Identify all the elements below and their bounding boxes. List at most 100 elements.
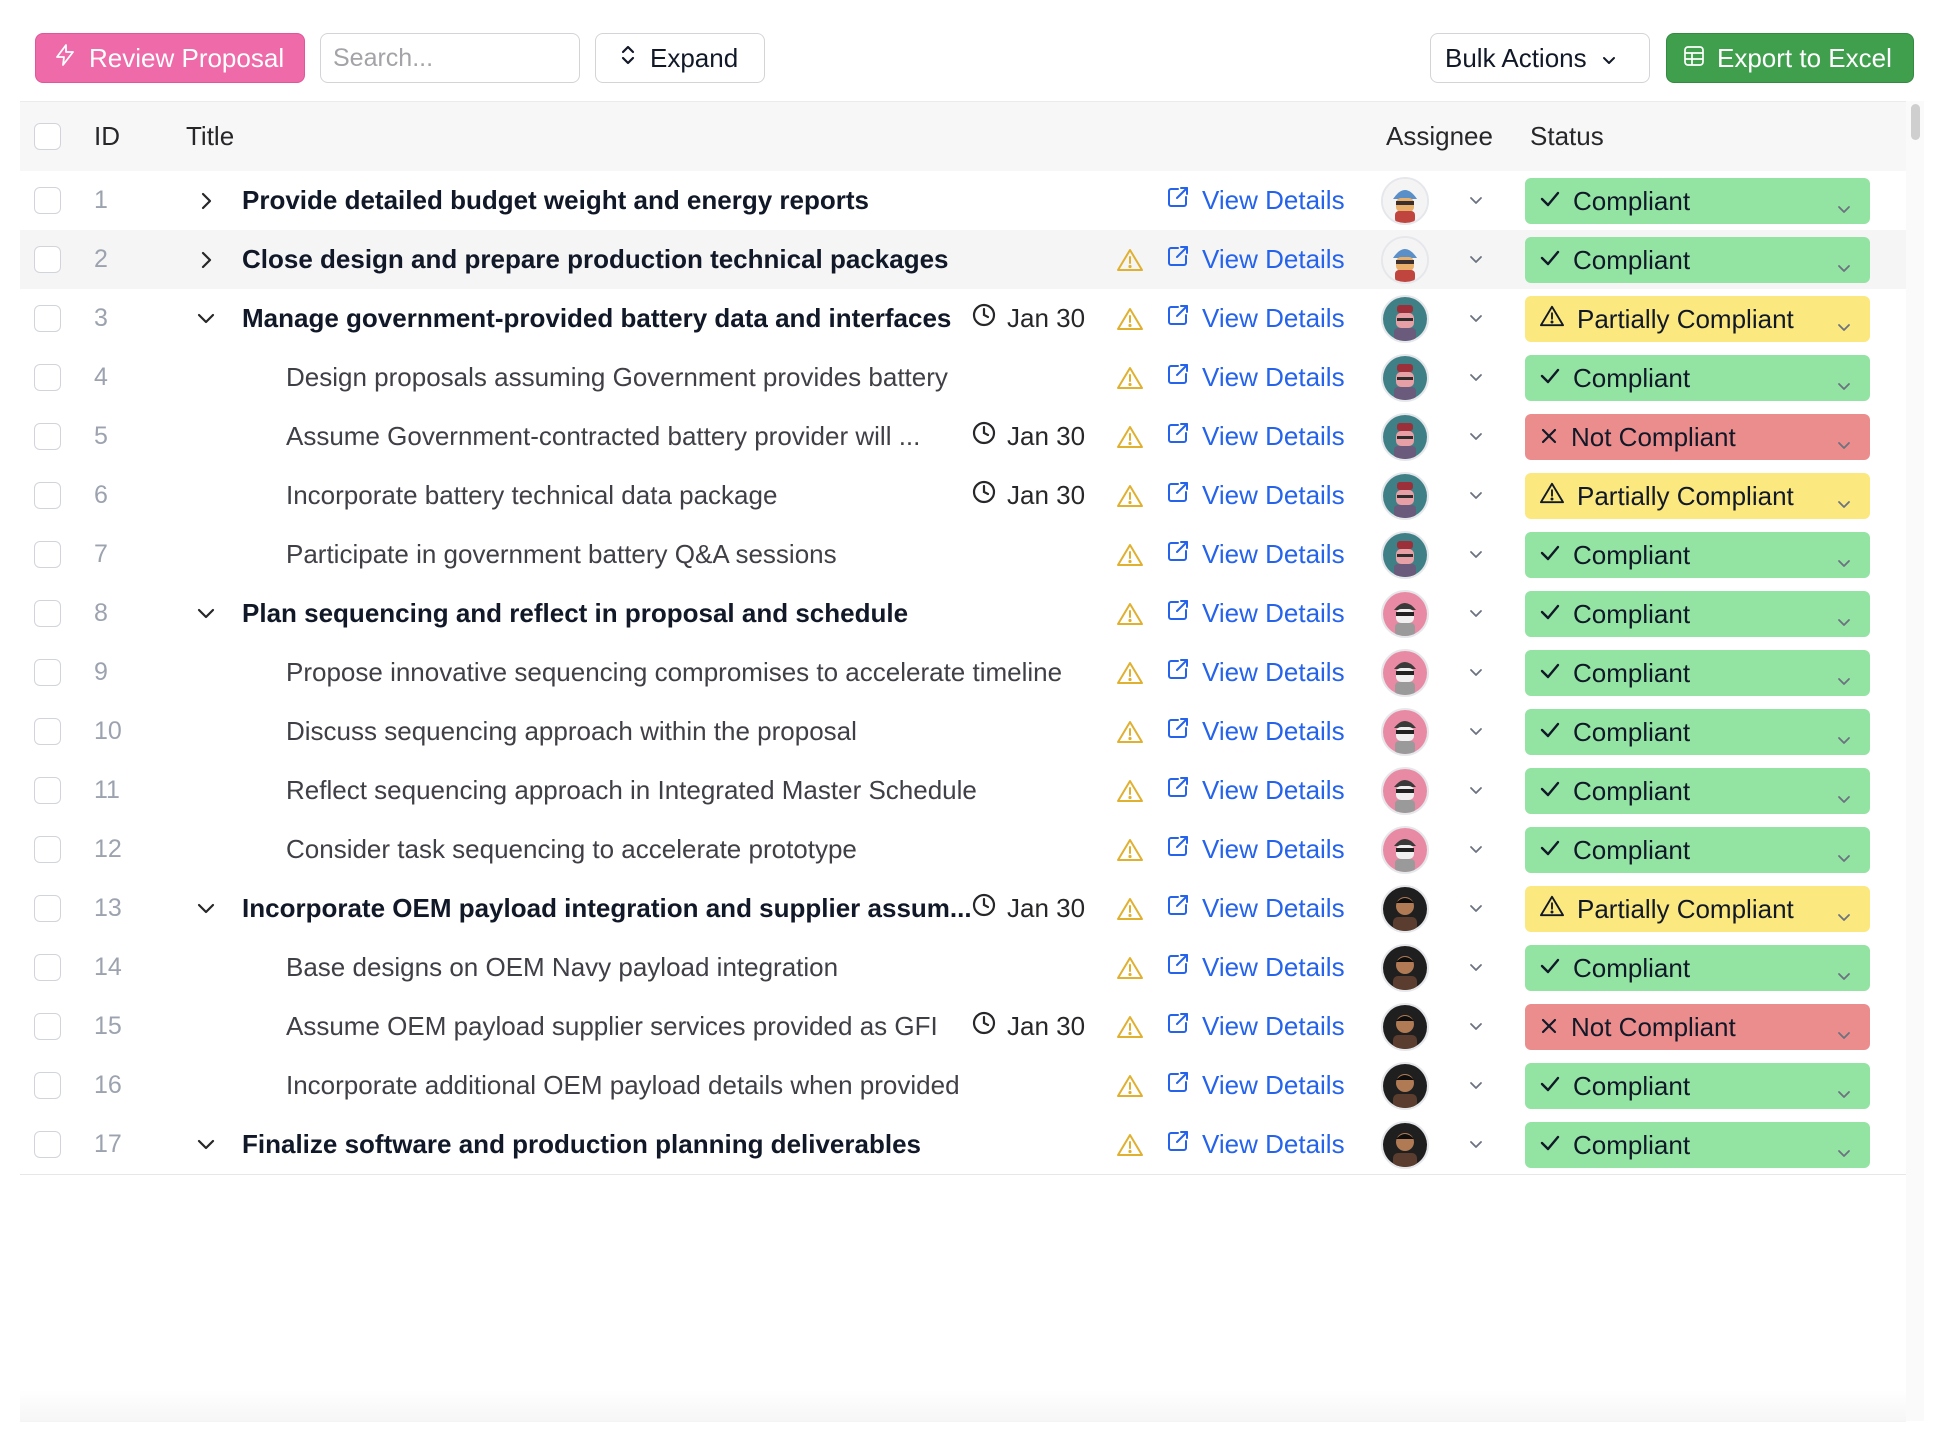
chevron-down-icon[interactable] bbox=[1468, 230, 1484, 289]
status-dropdown[interactable]: Compliant bbox=[1525, 1063, 1870, 1109]
view-details-link[interactable]: View Details bbox=[1166, 820, 1345, 879]
chevron-down-icon[interactable] bbox=[1468, 1056, 1484, 1115]
table-row[interactable]: 7 Participate in government battery Q&A s… bbox=[20, 525, 1906, 585]
warning-triangle-icon[interactable] bbox=[1116, 525, 1144, 584]
avatar[interactable] bbox=[1381, 884, 1429, 933]
chevron-right-icon[interactable] bbox=[192, 171, 220, 230]
row-checkbox[interactable] bbox=[34, 482, 61, 509]
status-dropdown[interactable]: Compliant bbox=[1525, 768, 1870, 814]
export-to-excel-button[interactable]: Export to Excel bbox=[1666, 33, 1914, 83]
avatar[interactable] bbox=[1381, 176, 1429, 225]
warning-triangle-icon[interactable] bbox=[1116, 761, 1144, 820]
row-checkbox[interactable] bbox=[34, 187, 61, 214]
avatar[interactable] bbox=[1381, 471, 1429, 520]
chevron-down-icon[interactable] bbox=[1468, 584, 1484, 643]
table-row[interactable]: 14 Base designs on OEM Navy payload integ… bbox=[20, 938, 1906, 998]
scrollbar-thumb[interactable] bbox=[1911, 104, 1920, 140]
status-dropdown[interactable]: Compliant bbox=[1525, 532, 1870, 578]
avatar[interactable] bbox=[1381, 235, 1429, 284]
table-row[interactable]: 17 Finalize software and production plann… bbox=[20, 1115, 1906, 1175]
view-details-link[interactable]: View Details bbox=[1166, 171, 1345, 230]
bulk-actions-dropdown[interactable]: Bulk Actions bbox=[1430, 33, 1650, 83]
assignee-avatar-cell[interactable] bbox=[1381, 230, 1429, 289]
review-proposal-button[interactable]: Review Proposal bbox=[35, 33, 305, 83]
row-checkbox[interactable] bbox=[34, 541, 61, 568]
table-row[interactable]: 8 Plan sequencing and reflect in proposal… bbox=[20, 584, 1906, 644]
warning-triangle-icon[interactable] bbox=[1116, 938, 1144, 997]
status-dropdown[interactable]: Compliant bbox=[1525, 591, 1870, 637]
chevron-down-icon[interactable] bbox=[192, 879, 220, 938]
assignee-avatar-cell[interactable] bbox=[1381, 348, 1429, 407]
view-details-link[interactable]: View Details bbox=[1166, 289, 1345, 348]
row-checkbox[interactable] bbox=[34, 246, 61, 273]
table-row[interactable]: 15 Assume OEM payload supplier services p… bbox=[20, 997, 1906, 1057]
view-details-link[interactable]: View Details bbox=[1166, 1056, 1345, 1115]
chevron-down-icon[interactable] bbox=[192, 1115, 220, 1174]
warning-triangle-icon[interactable] bbox=[1116, 1115, 1144, 1174]
chevron-down-icon[interactable] bbox=[1468, 938, 1484, 997]
assignee-avatar-cell[interactable] bbox=[1381, 820, 1429, 879]
avatar[interactable] bbox=[1381, 766, 1429, 815]
avatar[interactable] bbox=[1381, 294, 1429, 343]
avatar[interactable] bbox=[1381, 589, 1429, 638]
assignee-avatar-cell[interactable] bbox=[1381, 761, 1429, 820]
view-details-link[interactable]: View Details bbox=[1166, 230, 1345, 289]
assignee-avatar-cell[interactable] bbox=[1381, 997, 1429, 1056]
chevron-down-icon[interactable] bbox=[1468, 466, 1484, 525]
status-dropdown[interactable]: Not Compliant bbox=[1525, 414, 1870, 460]
scrollbar-track[interactable] bbox=[1906, 101, 1924, 1421]
status-dropdown[interactable]: Compliant bbox=[1525, 650, 1870, 696]
table-row[interactable]: 1 Provide detailed budget weight and ener… bbox=[20, 171, 1906, 231]
view-details-link[interactable]: View Details bbox=[1166, 348, 1345, 407]
row-checkbox[interactable] bbox=[34, 659, 61, 686]
chevron-down-icon[interactable] bbox=[1468, 171, 1484, 230]
table-row[interactable]: 3 Manage government-provided battery data… bbox=[20, 289, 1906, 349]
warning-triangle-icon[interactable] bbox=[1116, 289, 1144, 348]
table-row[interactable]: 5 Assume Government-contracted battery pr… bbox=[20, 407, 1906, 467]
expand-button[interactable]: Expand bbox=[595, 33, 765, 83]
chevron-down-icon[interactable] bbox=[1468, 407, 1484, 466]
row-checkbox[interactable] bbox=[34, 305, 61, 332]
chevron-down-icon[interactable] bbox=[1468, 997, 1484, 1056]
status-dropdown[interactable]: Compliant bbox=[1525, 945, 1870, 991]
table-row[interactable]: 9 Propose innovative sequencing compromis… bbox=[20, 643, 1906, 703]
status-dropdown[interactable]: Partially Compliant bbox=[1525, 296, 1870, 342]
assignee-avatar-cell[interactable] bbox=[1381, 407, 1429, 466]
row-checkbox[interactable] bbox=[34, 1072, 61, 1099]
assignee-avatar-cell[interactable] bbox=[1381, 1056, 1429, 1115]
warning-triangle-icon[interactable] bbox=[1116, 348, 1144, 407]
row-checkbox[interactable] bbox=[34, 895, 61, 922]
warning-triangle-icon[interactable] bbox=[1116, 1056, 1144, 1115]
view-details-link[interactable]: View Details bbox=[1166, 1115, 1345, 1174]
chevron-down-icon[interactable] bbox=[192, 289, 220, 348]
status-dropdown[interactable]: Compliant bbox=[1525, 709, 1870, 755]
warning-triangle-icon[interactable] bbox=[1116, 820, 1144, 879]
warning-triangle-icon[interactable] bbox=[1116, 702, 1144, 761]
assignee-avatar-cell[interactable] bbox=[1381, 1115, 1429, 1174]
avatar[interactable] bbox=[1381, 707, 1429, 756]
view-details-link[interactable]: View Details bbox=[1166, 879, 1345, 938]
view-details-link[interactable]: View Details bbox=[1166, 466, 1345, 525]
assignee-avatar-cell[interactable] bbox=[1381, 289, 1429, 348]
assignee-avatar-cell[interactable] bbox=[1381, 171, 1429, 230]
row-checkbox[interactable] bbox=[34, 1013, 61, 1040]
status-dropdown[interactable]: Compliant bbox=[1525, 1122, 1870, 1168]
assignee-avatar-cell[interactable] bbox=[1381, 879, 1429, 938]
row-checkbox[interactable] bbox=[34, 364, 61, 391]
row-checkbox[interactable] bbox=[34, 836, 61, 863]
chevron-down-icon[interactable] bbox=[1468, 643, 1484, 702]
warning-triangle-icon[interactable] bbox=[1116, 879, 1144, 938]
chevron-down-icon[interactable] bbox=[1468, 761, 1484, 820]
table-row[interactable]: 12 Consider task sequencing to accelerate… bbox=[20, 820, 1906, 880]
assignee-avatar-cell[interactable] bbox=[1381, 938, 1429, 997]
chevron-down-icon[interactable] bbox=[1468, 1115, 1484, 1174]
row-checkbox[interactable] bbox=[34, 1131, 61, 1158]
chevron-down-icon[interactable] bbox=[1468, 525, 1484, 584]
avatar[interactable] bbox=[1381, 530, 1429, 579]
avatar[interactable] bbox=[1381, 1120, 1429, 1169]
view-details-link[interactable]: View Details bbox=[1166, 643, 1345, 702]
search-input[interactable] bbox=[320, 33, 580, 83]
warning-triangle-icon[interactable] bbox=[1116, 997, 1144, 1056]
assignee-avatar-cell[interactable] bbox=[1381, 643, 1429, 702]
table-row[interactable]: 4 Design proposals assuming Government pr… bbox=[20, 348, 1906, 408]
